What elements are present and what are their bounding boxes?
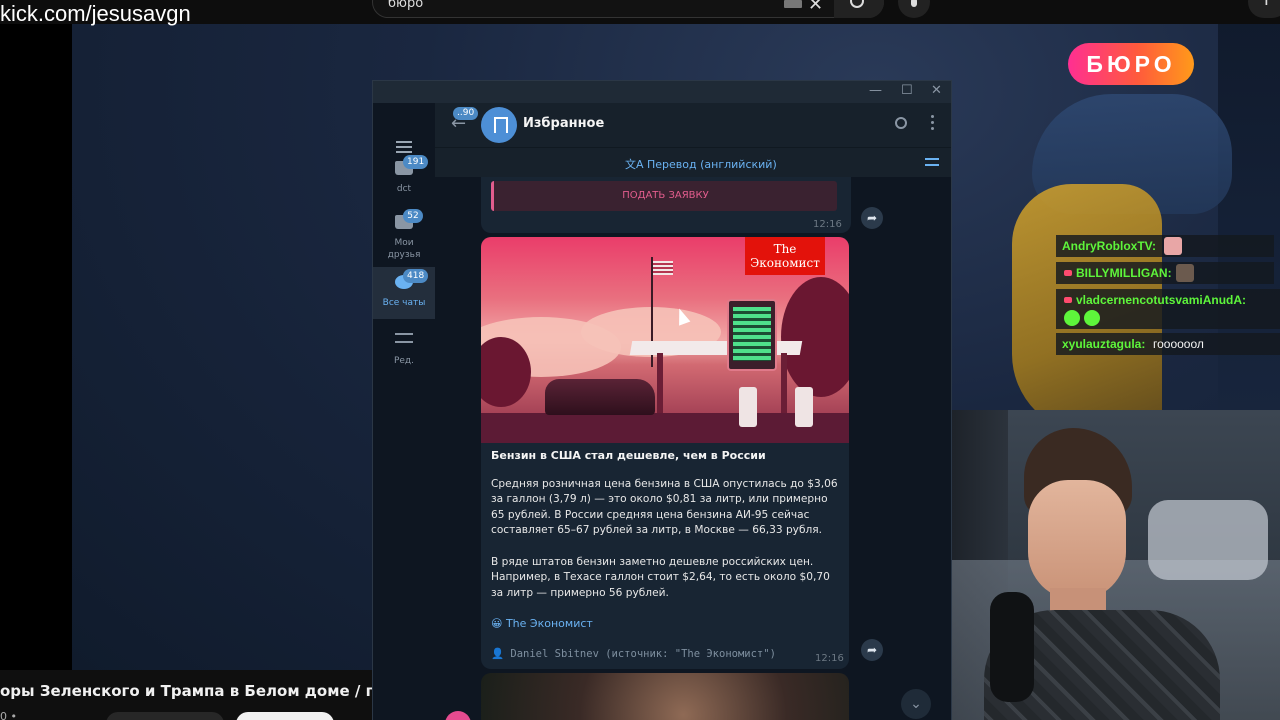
close-icon[interactable]: ✕	[808, 0, 823, 15]
folder-all-chats[interactable]: 418 Все чаты	[373, 267, 435, 319]
chat-username: AndryRobloxTV:	[1062, 239, 1157, 253]
chevron-down-icon[interactable]: ⌄	[901, 689, 931, 719]
sliders-icon	[395, 333, 413, 335]
folder-edit[interactable]: Ред.	[373, 325, 435, 377]
unread-badge: 191	[403, 155, 429, 169]
photo-tree	[781, 277, 849, 397]
video-meta: 0 •	[0, 710, 17, 720]
photo-price-screen	[733, 307, 771, 361]
emote-icon	[1064, 310, 1080, 326]
bookmark-icon[interactable]	[481, 107, 517, 143]
emote-icon	[1084, 310, 1100, 326]
photo-pump	[739, 387, 757, 427]
chat-username: BILLYMILLIGAN:	[1076, 266, 1172, 280]
forward-icon[interactable]: ➦	[861, 639, 883, 661]
message-bubble: The Экономист Бензин в США стал дешевле,…	[481, 237, 849, 669]
emote-icon	[1164, 237, 1182, 255]
photo-ground	[481, 413, 849, 443]
message-paragraph: Средняя розничная цена бензина в США опу…	[491, 478, 838, 537]
left-letterbox	[0, 0, 72, 720]
more-vertical-icon[interactable]	[931, 115, 934, 118]
badge-icon	[1064, 297, 1072, 303]
photo-car	[545, 379, 655, 415]
folder-friends[interactable]: 52 Мои друзья	[373, 207, 435, 265]
forward-icon[interactable]: ➦	[861, 207, 883, 229]
kick-url-overlay: kick.com/jesusavgn	[0, 1, 191, 26]
translate-label[interactable]: 文A Перевод (английский)	[625, 156, 777, 172]
economist-badge: The Экономист	[745, 237, 825, 275]
message-video-preview[interactable]	[481, 673, 849, 720]
reaction-button[interactable]	[445, 711, 471, 720]
chat-text: гоооооол	[1153, 337, 1204, 351]
photo-flag	[653, 261, 673, 275]
chat-title[interactable]: Избранное	[523, 116, 604, 131]
like-button[interactable]	[106, 712, 224, 720]
maximize-button[interactable]: ☐	[901, 83, 913, 98]
streamer-face	[1028, 480, 1126, 600]
buro-logo: БЮРО	[1068, 43, 1194, 85]
unread-badge: 418	[403, 269, 429, 283]
subscribe-button[interactable]	[236, 712, 334, 720]
emote-icon	[1176, 264, 1194, 282]
close-window-button[interactable]: ✕	[931, 83, 942, 98]
folder-label: dct	[396, 184, 412, 194]
badge-icon	[1064, 270, 1072, 276]
youtube-search-input[interactable]: бюро	[388, 0, 423, 11]
message-headline: Бензин в США стал дешевле, чем в России	[491, 449, 766, 462]
channel-link[interactable]: 😀 The Экономист	[491, 617, 593, 630]
minimize-button[interactable]: —	[869, 83, 882, 98]
folder-sidebar: 191 dct 52 Мои друзья 418 Все чаты Ред.	[373, 103, 435, 720]
photo-pump	[795, 387, 813, 427]
window-titlebar: — ☐ ✕	[373, 81, 951, 103]
chat-header: ← ..90 Избранное	[435, 103, 951, 147]
search-icon[interactable]	[895, 117, 907, 129]
hamburger-icon[interactable]	[396, 141, 412, 143]
message-signature: 👤 Daniel Sbitnev (источник: "The Экономи…	[491, 648, 776, 660]
video-title[interactable]: оры Зеленского и Трампа в Белом доме / п…	[0, 682, 372, 700]
message-time: 12:16	[815, 653, 844, 664]
message-paragraph: В ряде штатов бензин заметно дешевле рос…	[491, 556, 830, 599]
back-unread-badge: ..90	[453, 107, 479, 120]
webcam-pillow	[1148, 500, 1268, 580]
translate-bar[interactable]: 文A Перевод (английский)	[435, 147, 951, 177]
unread-badge: 52	[403, 209, 423, 223]
keyboard-icon[interactable]	[784, 0, 802, 8]
message-photo[interactable]: The Экономист	[481, 237, 849, 443]
chat-pane: ← ..90 Избранное 文A Перевод (английский)…	[435, 103, 951, 720]
apply-button[interactable]: ПОДАТЬ ЗАЯВКУ	[491, 181, 837, 211]
telegram-window: — ☐ ✕ 191 dct 52 Мои друзья 418 Все чаты	[372, 80, 952, 720]
folder-label: Ред.	[393, 356, 415, 366]
folder-dct[interactable]: 191 dct	[373, 153, 435, 205]
folder-label: Все чаты	[382, 298, 426, 308]
message-bubble: ПОДАТЬ ЗАЯВКУ 12:16	[481, 177, 851, 233]
folder-label: Мои друзья	[387, 238, 421, 260]
chat-username: vladcernencotutsvamiAnudA:	[1076, 293, 1247, 307]
chat-username: xyulauztagula:	[1062, 337, 1146, 351]
sliders-icon[interactable]	[925, 158, 939, 160]
message-time: 12:16	[813, 219, 842, 230]
microphone	[990, 592, 1034, 702]
screen: бюро ✕ + kick.com/jesusavgn БЮРО AndryRo…	[0, 0, 1280, 720]
